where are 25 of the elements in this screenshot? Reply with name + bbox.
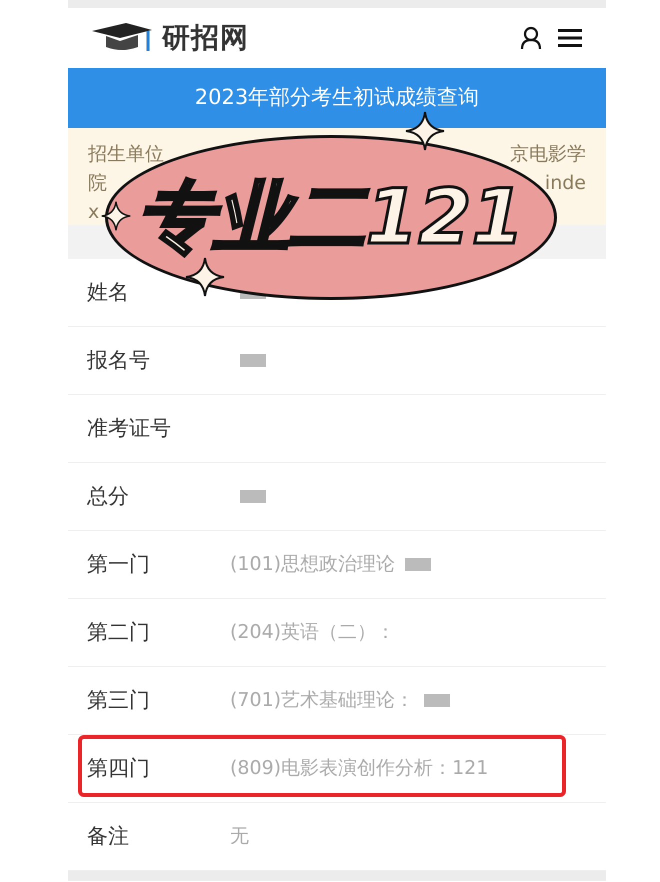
field-value: 无 (230, 824, 249, 850)
page-title: 2023年部分考生初试成绩查询 (194, 84, 480, 112)
sticker-text: 专业二121 (138, 179, 524, 255)
field-value: (701)艺术基础理论： (230, 688, 414, 714)
field-label: 姓名 (87, 278, 129, 306)
field-label: 第四门 (87, 754, 150, 782)
field-label: 总分 (87, 482, 129, 510)
menu-icon[interactable] (558, 28, 582, 48)
field-label: 第三门 (87, 686, 150, 714)
notice-text: 京电影学 (510, 142, 586, 167)
notice-text: 招生单位 (88, 142, 164, 167)
user-icon[interactable] (520, 26, 542, 50)
field-label: 报名号 (87, 346, 150, 374)
field-value: (204)英语（二）： (230, 620, 396, 646)
field-label: 第二门 (87, 618, 150, 646)
field-label: 备注 (87, 822, 129, 850)
field-value: (101)思想政治理论 (230, 552, 396, 578)
notice-text: x (88, 200, 100, 225)
notice-text: inde (544, 171, 586, 196)
sparkle-icon (185, 257, 225, 297)
field-label: 准考证号 (87, 414, 171, 442)
field-value: (809)电影表演创作分析：121 (230, 756, 488, 782)
field-label: 第一门 (87, 550, 150, 578)
site-logo-text: 研招网 (162, 20, 249, 56)
notice-text: 院 (88, 171, 107, 196)
